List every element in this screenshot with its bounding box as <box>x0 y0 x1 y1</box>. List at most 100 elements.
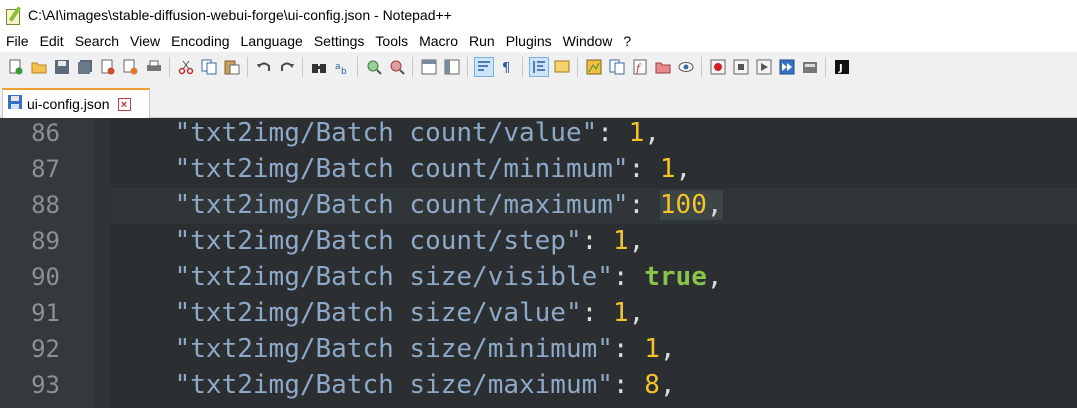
code-line[interactable]: 93 "txt2img/Batch size/maximum": 8, <box>0 368 1077 404</box>
menu-file[interactable]: File <box>0 33 34 49</box>
open-file-icon[interactable] <box>30 58 48 76</box>
doc-map-icon[interactable] <box>585 58 603 76</box>
save-icon[interactable] <box>53 58 71 76</box>
json-colon: : <box>628 190 660 220</box>
line-number: 91 <box>31 299 60 327</box>
json-colon: : <box>581 298 613 328</box>
zoom-out-icon[interactable] <box>388 58 406 76</box>
code-text: "txt2img/Batch size/value": 1, <box>112 298 645 328</box>
line-number: 92 <box>31 335 60 363</box>
doc-list-icon[interactable] <box>608 58 626 76</box>
run-macro-multiple-icon[interactable] <box>778 58 796 76</box>
selected-json-value: 100 <box>659 190 707 220</box>
menu-view[interactable]: View <box>124 33 165 49</box>
json-comma: , <box>706 262 723 292</box>
json-colon: : <box>612 370 645 400</box>
menu-window[interactable]: Window <box>557 33 618 49</box>
show-all-chars-icon[interactable]: ¶ <box>498 58 516 76</box>
cut-icon[interactable] <box>177 58 195 76</box>
sync-horizontal-icon[interactable] <box>443 58 461 76</box>
code-line[interactable]: 92 "txt2img/Batch size/minimum": 1, <box>0 332 1077 368</box>
user-language-icon[interactable] <box>553 58 571 76</box>
record-macro-icon[interactable] <box>709 58 727 76</box>
menu-bar: File Edit Search View Encoding Language … <box>0 30 1077 52</box>
json-colon: : <box>612 334 645 364</box>
toolbar-separator <box>577 57 578 77</box>
json-colon: : <box>628 154 660 184</box>
toolbar-separator <box>302 57 303 77</box>
tab-ui-config-json[interactable]: ui-config.json × <box>2 88 150 118</box>
close-all-icon[interactable] <box>122 58 140 76</box>
paste-icon[interactable] <box>223 58 241 76</box>
code-line[interactable]: 90 "txt2img/Batch size/visible": true, <box>0 260 1077 296</box>
menu-plugins[interactable]: Plugins <box>500 33 557 49</box>
tab-close-button[interactable]: × <box>117 97 131 111</box>
json-value: 1 <box>612 298 629 328</box>
code-line[interactable]: 88 "txt2img/Batch count/maximum": 100, <box>0 188 1077 224</box>
json-key: "txt2img/Batch count/minimum" <box>174 154 629 184</box>
zoom-in-icon[interactable] <box>365 58 383 76</box>
tab-label: ui-config.json <box>27 96 110 112</box>
menu-language[interactable]: Language <box>235 33 308 49</box>
new-file-icon[interactable] <box>7 58 25 76</box>
code-line[interactable]: 86 "txt2img/Batch count/value": 1, <box>0 118 1077 152</box>
menu-edit[interactable]: Edit <box>34 33 69 49</box>
function-list-icon[interactable]: f <box>631 58 649 76</box>
menu-settings[interactable]: Settings <box>308 33 370 49</box>
save-macro-icon[interactable] <box>801 58 819 76</box>
json-key: "txt2img/Batch size/value" <box>174 298 582 328</box>
menu-macro[interactable]: Macro <box>413 33 463 49</box>
json-viewer-icon[interactable]: J <box>833 58 851 76</box>
play-macro-icon[interactable] <box>755 58 773 76</box>
json-value: 8 <box>644 370 660 400</box>
menu-search[interactable]: Search <box>69 33 124 49</box>
redo-icon[interactable] <box>278 58 296 76</box>
json-comma: , <box>675 154 692 184</box>
code-text: "txt2img/Batch count/minimum": 1, <box>112 154 692 184</box>
menu-help[interactable]: ? <box>617 33 636 49</box>
toolbar-separator <box>467 57 468 77</box>
close-icon[interactable] <box>99 58 117 76</box>
toolbar-separator <box>412 57 413 77</box>
sync-vertical-icon[interactable] <box>420 58 438 76</box>
code-line[interactable]: 89 "txt2img/Batch count/step": 1, <box>0 224 1077 260</box>
indent-guide-icon[interactable] <box>528 57 549 77</box>
undo-icon[interactable] <box>255 58 273 76</box>
json-comma: , <box>628 226 645 256</box>
title-bar: C:\AI\images\stable-diffusion-webui-forg… <box>0 0 1077 30</box>
line-number: 90 <box>31 263 60 291</box>
stop-macro-icon[interactable] <box>732 58 750 76</box>
notepad-plus-plus-icon <box>5 6 23 25</box>
code-editor[interactable]: 86 "txt2img/Batch count/value": 1, 87 "tx… <box>0 118 1077 408</box>
word-wrap-icon[interactable] <box>473 57 494 77</box>
copy-icon[interactable] <box>200 58 218 76</box>
menu-tools[interactable]: Tools <box>369 33 413 49</box>
menu-run[interactable]: Run <box>463 33 500 49</box>
folder-workspace-icon[interactable] <box>654 58 672 76</box>
svg-text:¶: ¶ <box>502 61 510 75</box>
find-icon[interactable] <box>310 58 328 76</box>
json-colon: : <box>612 262 645 292</box>
code-line[interactable]: 91 "txt2img/Batch size/value": 1, <box>0 296 1077 332</box>
json-key: "txt2img/Batch count/maximum" <box>174 190 629 220</box>
code-text: "txt2img/Batch size/visible": true, <box>112 262 723 292</box>
code-text: "txt2img/Batch size/maximum": 8, <box>112 370 676 400</box>
menu-encoding[interactable]: Encoding <box>165 33 234 49</box>
code-text: "txt2img/Batch count/maximum": 100, <box>112 190 723 220</box>
print-icon[interactable] <box>145 58 163 76</box>
save-all-icon[interactable] <box>76 58 94 76</box>
line-number: 87 <box>31 155 60 183</box>
json-value: 1 <box>628 118 645 148</box>
line-number: 88 <box>31 191 60 219</box>
monitoring-icon[interactable] <box>677 58 695 76</box>
json-key: "txt2img/Batch count/step" <box>174 226 582 256</box>
replace-icon[interactable]: ab <box>333 58 351 76</box>
json-colon: : <box>581 226 613 256</box>
json-comma: , <box>628 298 645 328</box>
save-icon <box>7 94 23 115</box>
code-text: "txt2img/Batch size/minimum": 1, <box>112 334 676 364</box>
code-line[interactable]: 87 "txt2img/Batch count/minimum": 1, <box>0 152 1077 188</box>
json-value: 1 <box>644 334 660 364</box>
json-colon: : <box>597 118 629 148</box>
toolbar-separator <box>357 57 358 77</box>
